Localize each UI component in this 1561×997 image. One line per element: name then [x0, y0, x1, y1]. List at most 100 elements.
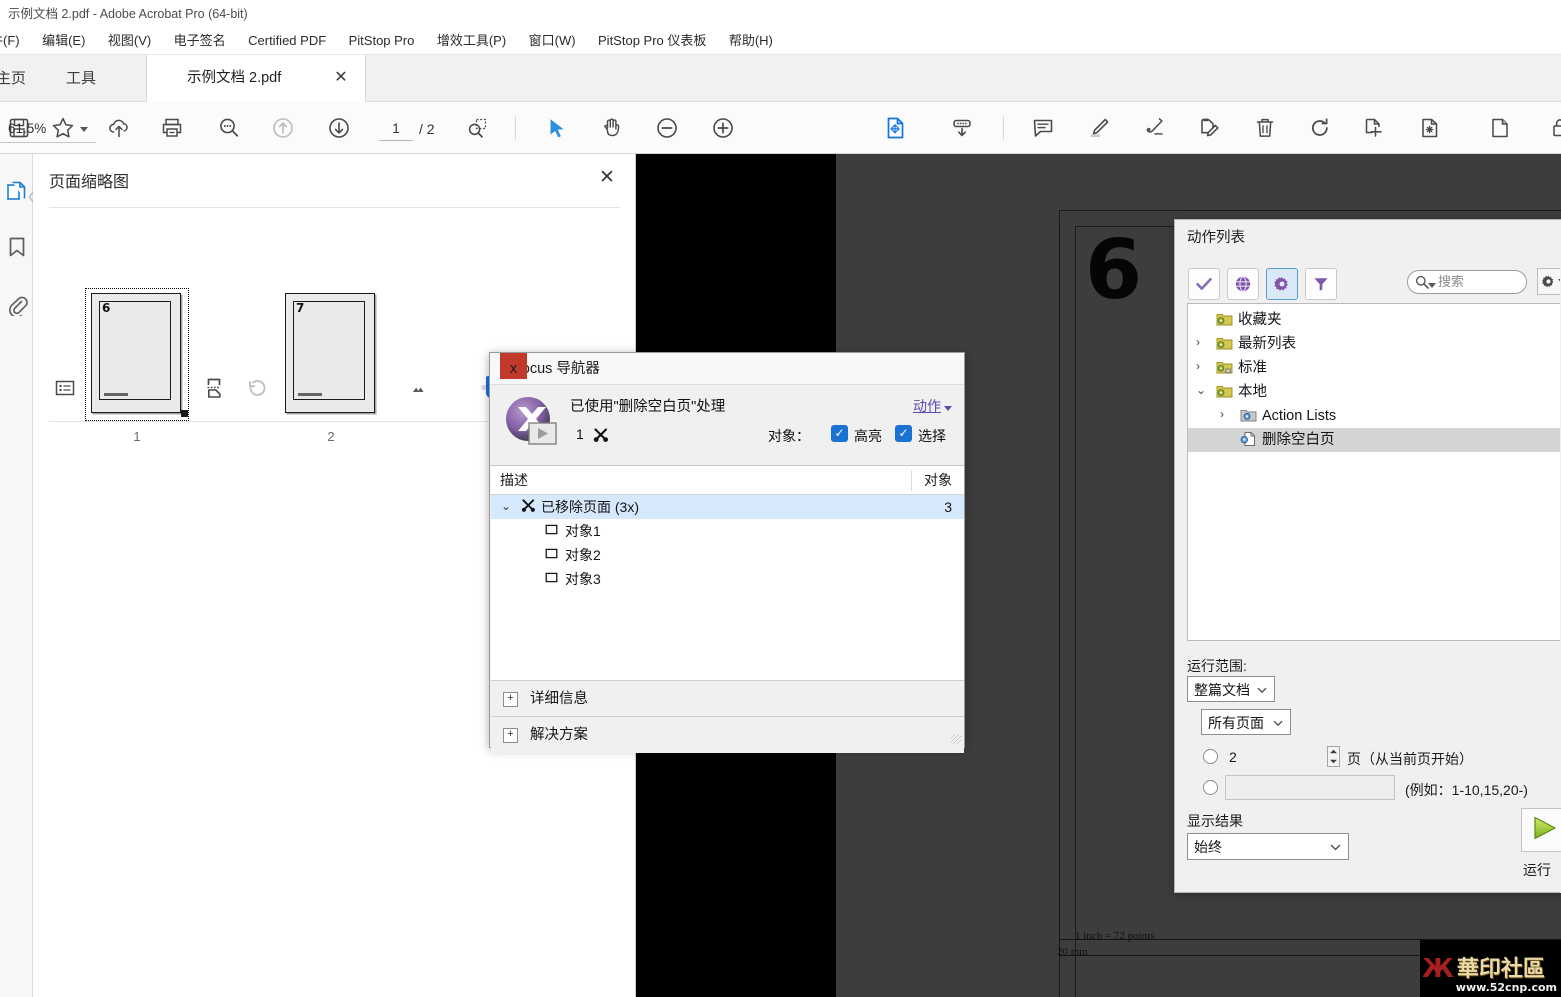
hand-tool-icon[interactable]: [595, 111, 629, 145]
delete-icon[interactable]: [1248, 111, 1282, 145]
thumbnail-page-2[interactable]: 7: [285, 293, 375, 413]
thumbnail-page-1[interactable]: 6: [91, 293, 181, 413]
menu-file[interactable]: 件(F): [0, 28, 29, 54]
chevron-down-icon[interactable]: [1330, 833, 1341, 860]
chevron-right-icon[interactable]: ›: [1196, 335, 1210, 349]
previous-page-icon[interactable]: [266, 111, 300, 145]
preflight-check-icon[interactable]: [1188, 268, 1220, 300]
menu-window[interactable]: 窗口(W): [520, 28, 585, 54]
issue-child-row[interactable]: 对象2: [491, 543, 964, 567]
highlight-icon[interactable]: [1082, 111, 1116, 145]
radio-page-range[interactable]: [1203, 780, 1218, 795]
dialog-resize-grip[interactable]: [951, 734, 961, 744]
issue-child-row[interactable]: 对象3: [491, 567, 964, 591]
menu-certified-pdf[interactable]: Certified PDF: [239, 28, 335, 54]
zoom-in-icon[interactable]: [706, 111, 740, 145]
expand-icon[interactable]: +: [503, 728, 518, 743]
nav-tools[interactable]: 工具: [66, 55, 96, 102]
tree-item-favorites[interactable]: 收藏夹: [1188, 308, 1561, 332]
menu-pitstop-pro[interactable]: PitStop Pro: [340, 28, 424, 54]
cloud-upload-icon[interactable]: [102, 111, 136, 145]
nav-home[interactable]: 主页: [0, 55, 26, 102]
marquee-zoom-icon[interactable]: [460, 111, 494, 145]
extract-pages-icon[interactable]: [198, 372, 230, 404]
menu-pitstop-dashboard[interactable]: PitStop Pro 仪表板: [589, 28, 715, 54]
tree-item-local[interactable]: ⌄ 本地: [1188, 380, 1561, 404]
zoom-level-control[interactable]: 61.5%: [0, 116, 96, 143]
menu-plugins[interactable]: 增效工具(P): [428, 28, 515, 54]
chevron-right-icon[interactable]: ›: [1220, 407, 1234, 421]
issue-child-row[interactable]: 对象1: [491, 519, 964, 543]
protect-icon[interactable]: [1543, 111, 1561, 145]
radio-pages-from-current[interactable]: [1203, 749, 1218, 764]
chevron-down-icon[interactable]: [1257, 676, 1267, 702]
rotate-ccw-icon[interactable]: [242, 372, 274, 404]
close-icon[interactable]: ✕: [331, 68, 351, 88]
chevron-down-icon[interactable]: ⌄: [501, 499, 515, 515]
chevron-down-icon[interactable]: [944, 406, 952, 411]
dialog-action-link[interactable]: 动作: [913, 396, 952, 416]
highlight-checkbox[interactable]: ✓: [831, 425, 848, 442]
attachments-icon[interactable]: [4, 290, 30, 320]
show-result-select[interactable]: 始终: [1187, 833, 1349, 860]
signature-icon[interactable]: [1137, 111, 1171, 145]
search-chevron-down-icon[interactable]: [1428, 283, 1436, 288]
chevron-right-icon[interactable]: ›: [1196, 359, 1210, 373]
small-thumbnails-icon[interactable]: [403, 372, 435, 404]
issue-row-removed-pages[interactable]: ⌄ 已移除页面 (3x) 3: [491, 495, 964, 519]
action-list-tree[interactable]: 收藏夹 › 最新列表 › 标准 ⌄ 本地: [1187, 303, 1561, 641]
document-tab[interactable]: 示例文档 2.pdf ✕: [146, 55, 366, 102]
column-divider[interactable]: [911, 470, 912, 491]
pages-scope-select[interactable]: 所有页面: [1201, 709, 1291, 735]
select-checkbox[interactable]: ✓: [895, 425, 912, 442]
dialog-titlebar[interactable]: Enfocus 导航器 x: [490, 353, 964, 385]
tree-item-standard[interactable]: › 标准: [1188, 356, 1561, 380]
menu-help[interactable]: 帮助(H): [720, 28, 782, 54]
radio-pages-value[interactable]: 2: [1229, 749, 1237, 765]
organize-pages-icon[interactable]: [1413, 111, 1447, 145]
menu-view[interactable]: 视图(V): [99, 28, 160, 54]
enfocus-navigator-dialog[interactable]: Enfocus 导航器 x: [489, 352, 965, 748]
comment-icon[interactable]: [1026, 111, 1060, 145]
bookmarks-icon[interactable]: [4, 232, 30, 262]
dialog-header: 已使用"删除空白页"处理 1 动作 对象： ✓ 高亮 ✓ 选择: [490, 385, 964, 466]
zoom-out-icon[interactable]: [650, 111, 684, 145]
tree-item-remove-blank-pages[interactable]: 删除空白页: [1188, 428, 1561, 452]
page-fit-tool-icon[interactable]: [878, 111, 912, 145]
select-tool-icon[interactable]: [540, 111, 574, 145]
dialog-action-link-label: 动作: [913, 398, 941, 414]
tree-item-recent[interactable]: › 最新列表: [1188, 332, 1561, 356]
chevron-down-icon[interactable]: ⌄: [1196, 383, 1210, 397]
close-icon[interactable]: ✕: [595, 166, 619, 190]
run-scope-select[interactable]: 整篇文档: [1187, 676, 1275, 702]
globe-icon[interactable]: [1227, 268, 1259, 300]
gear-icon[interactable]: [1266, 268, 1298, 300]
menu-edit[interactable]: 编辑(E): [33, 28, 94, 54]
scroll-down-page-icon[interactable]: [945, 111, 979, 145]
solutions-section[interactable]: + 解决方案: [491, 718, 964, 753]
list-options-icon[interactable]: [49, 372, 81, 404]
pages-icon[interactable]: [1483, 111, 1517, 145]
edit-page-icon[interactable]: [1193, 111, 1227, 145]
filter-icon[interactable]: [1305, 268, 1337, 300]
search-input[interactable]: 搜索: [1407, 270, 1527, 294]
rotate-icon[interactable]: [1303, 111, 1337, 145]
thumbnail-resize-handle[interactable]: [181, 410, 188, 417]
menu-esign[interactable]: 电子签名: [165, 28, 235, 54]
expand-icon[interactable]: +: [503, 692, 518, 707]
tree-item-action-lists[interactable]: › Action Lists: [1188, 404, 1561, 428]
print-icon[interactable]: [155, 111, 189, 145]
details-section[interactable]: + 详细信息: [491, 682, 964, 717]
gear-dropdown-icon[interactable]: [1537, 268, 1561, 295]
crop-page-icon[interactable]: [1357, 111, 1391, 145]
page-number-input[interactable]: 1: [379, 118, 413, 141]
page-range-input[interactable]: [1225, 775, 1395, 800]
run-button[interactable]: [1521, 808, 1561, 852]
chevron-down-icon[interactable]: [80, 127, 88, 132]
pages-stepper[interactable]: [1327, 746, 1340, 767]
chevron-down-icon[interactable]: [1273, 709, 1283, 735]
search-plus-icon[interactable]: [212, 111, 246, 145]
close-icon[interactable]: x: [500, 353, 527, 379]
next-page-icon[interactable]: [322, 111, 356, 145]
issue-list-body[interactable]: ⌄ 已移除页面 (3x) 3 对象1 对象2: [491, 495, 964, 681]
